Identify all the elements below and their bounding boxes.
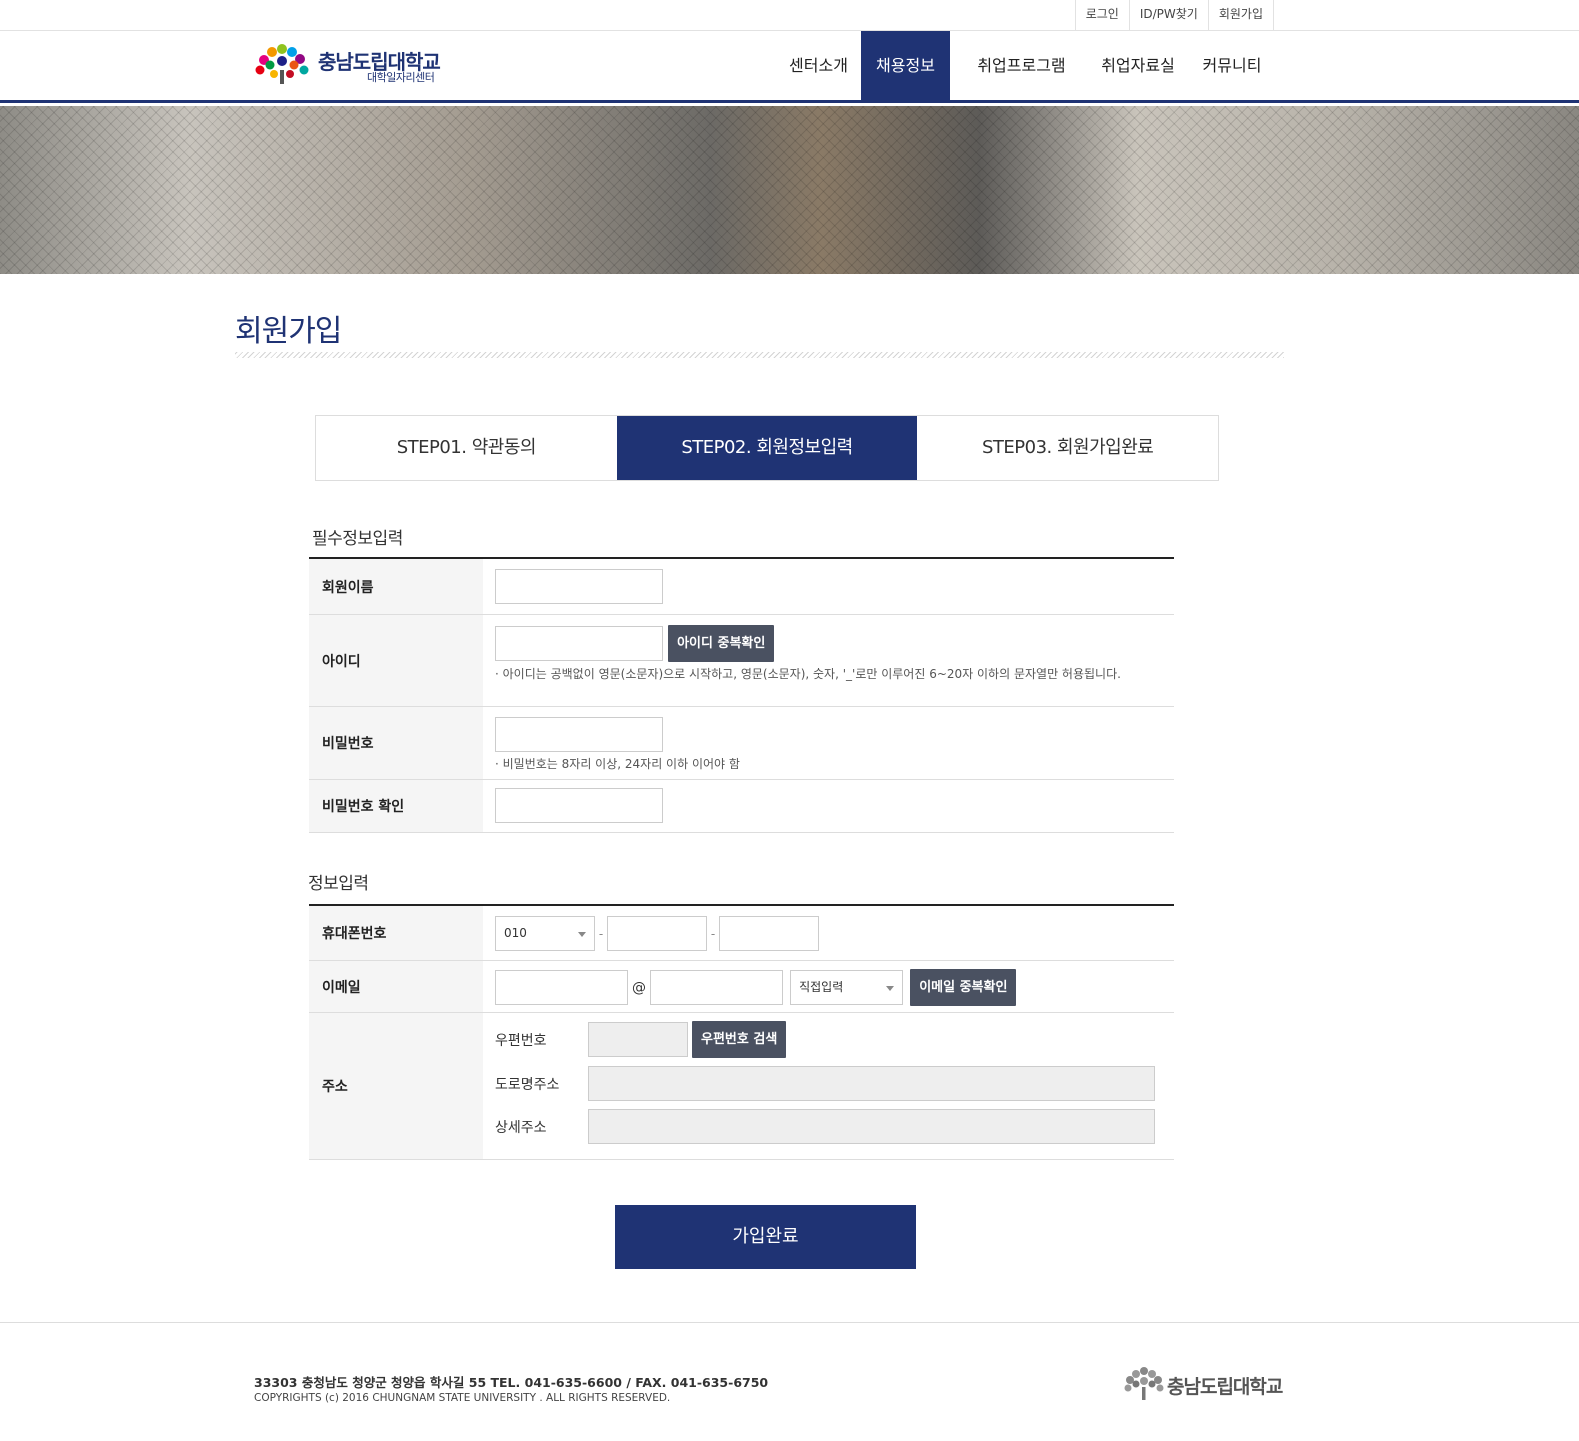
chevron-down-icon: [578, 932, 586, 937]
email-id-input[interactable]: [495, 970, 628, 1005]
address-label: 주소: [309, 1013, 483, 1159]
footer-logo-text: 충남도립대학교: [1167, 1376, 1283, 1398]
nav-community[interactable]: 커뮤니티: [1183, 31, 1281, 103]
address-row: 주소 우편번호 우편번호 검색 도로명주소 상세주소: [309, 1013, 1174, 1160]
password-help-text: · 비밀번호는 8자리 이상, 24자리 이하 이어야 함: [495, 757, 740, 771]
utility-links: 로그인 ID/PW찾기 회원가입: [1074, 0, 1274, 30]
password-label: 비밀번호: [309, 707, 483, 779]
hero-banner: [0, 106, 1579, 274]
id-row: 아이디 아이디 중복확인 · 아이디는 공백없이 영문(소문자)으로 시작하고,…: [309, 615, 1174, 707]
phone-row: 휴대폰번호 010 - -: [309, 906, 1174, 961]
password-row: 비밀번호 · 비밀번호는 8자리 이상, 24자리 이하 이어야 함: [309, 707, 1174, 780]
info-form: 휴대폰번호 010 - - 이메일 @ 직접입력 이메일 중복확인 주소 우편번호 …: [309, 904, 1174, 1160]
logo-subtitle: 대학일자리센터: [367, 71, 435, 84]
nav-recruit-info[interactable]: 채용정보: [861, 31, 950, 103]
title-divider: [235, 352, 1284, 358]
zip-label: 우편번호: [495, 1032, 547, 1049]
signup-steps: STEP01. 약관동의 STEP02. 회원정보입력 STEP03. 회원가입…: [315, 415, 1219, 481]
email-duplicate-check-button[interactable]: 이메일 중복확인: [910, 969, 1017, 1006]
name-row: 회원이름: [309, 559, 1174, 615]
phone-last-input[interactable]: [719, 916, 819, 951]
info-section-title: 정보입력: [308, 874, 369, 894]
chevron-down-icon: [886, 986, 895, 991]
name-input[interactable]: [495, 569, 663, 604]
nav-employment-resources[interactable]: 취업자료실: [1093, 31, 1183, 103]
road-address-line: 도로명주소: [495, 1066, 1162, 1101]
footer-logo: 충남도립대학교: [1122, 1367, 1283, 1403]
email-label: 이메일: [309, 961, 483, 1012]
zip-line: 우편번호 우편번호 검색: [495, 1021, 1162, 1058]
nav-employment-program[interactable]: 취업프로그램: [950, 31, 1093, 103]
detail-address-line: 상세주소: [495, 1109, 1162, 1144]
email-row: 이메일 @ 직접입력 이메일 중복확인: [309, 961, 1174, 1013]
phone-label: 휴대폰번호: [309, 906, 483, 960]
step-member-info: STEP02. 회원정보입력: [616, 416, 918, 480]
step-terms: STEP01. 약관동의: [396, 437, 537, 458]
id-input[interactable]: [495, 626, 663, 661]
phone-separator: -: [598, 926, 604, 941]
password-confirm-row: 비밀번호 확인: [309, 780, 1174, 833]
zip-search-button[interactable]: 우편번호 검색: [692, 1021, 787, 1058]
footer-logo-tree-icon: [1124, 1367, 1164, 1400]
id-duplicate-check-button[interactable]: 아이디 중복확인: [668, 625, 775, 662]
join-link[interactable]: 회원가입: [1209, 0, 1274, 30]
zip-input[interactable]: [588, 1022, 688, 1057]
phone-middle-input[interactable]: [607, 916, 707, 951]
logo-tree-icon: [255, 44, 309, 84]
password-input[interactable]: [495, 717, 663, 752]
phone-separator: -: [710, 926, 716, 941]
id-label: 아이디: [309, 615, 483, 706]
road-address-input[interactable]: [588, 1066, 1155, 1101]
road-address-label: 도로명주소: [495, 1076, 560, 1093]
footer-copyright: COPYRIGHTS (c) 2016 CHUNGNAM STATE UNIVE…: [254, 1392, 671, 1404]
required-form: 회원이름 아이디 아이디 중복확인 · 아이디는 공백없이 영문(소문자)으로 …: [309, 557, 1174, 833]
password-confirm-input[interactable]: [495, 788, 663, 823]
nav-center-intro[interactable]: 센터소개: [776, 31, 861, 103]
id-help-text: · 아이디는 공백없이 영문(소문자)으로 시작하고, 영문(소문자), 숫자,…: [495, 667, 1121, 681]
page-title: 회원가입: [235, 314, 342, 349]
login-link[interactable]: 로그인: [1076, 0, 1130, 30]
name-label: 회원이름: [309, 559, 483, 614]
step-complete: STEP03. 회원가입완료: [982, 437, 1154, 458]
detail-address-label: 상세주소: [495, 1119, 547, 1136]
footer-address: 33303 충청남도 청양군 청양읍 학사길 55 TEL. 041-635-6…: [254, 1375, 769, 1390]
password-confirm-label: 비밀번호 확인: [309, 780, 483, 832]
email-at-sign: @: [632, 979, 646, 996]
required-section-title: 필수정보입력: [312, 529, 403, 549]
email-domain-input[interactable]: [650, 970, 783, 1005]
utility-bar: 로그인 ID/PW찾기 회원가입: [0, 0, 1579, 31]
site-logo[interactable]: 충남도립대학교 대학일자리센터: [254, 44, 454, 88]
submit-button[interactable]: 가입완료: [615, 1205, 916, 1269]
find-id-pw-link[interactable]: ID/PW찾기: [1130, 0, 1209, 30]
header: 충남도립대학교 대학일자리센터 센터소개 채용정보 취업프로그램 취업자료실 커…: [0, 31, 1579, 103]
footer: 33303 충청남도 청양군 청양읍 학사길 55 TEL. 041-635-6…: [0, 1322, 1579, 1441]
main-nav: 센터소개 채용정보 취업프로그램 취업자료실 커뮤니티: [776, 31, 1281, 103]
email-domain-select[interactable]: 직접입력: [790, 970, 904, 1005]
phone-prefix-select[interactable]: 010: [495, 916, 595, 951]
email-domain-select-value: 직접입력: [799, 980, 844, 994]
detail-address-input[interactable]: [588, 1109, 1155, 1144]
phone-prefix-value: 010: [504, 926, 527, 940]
